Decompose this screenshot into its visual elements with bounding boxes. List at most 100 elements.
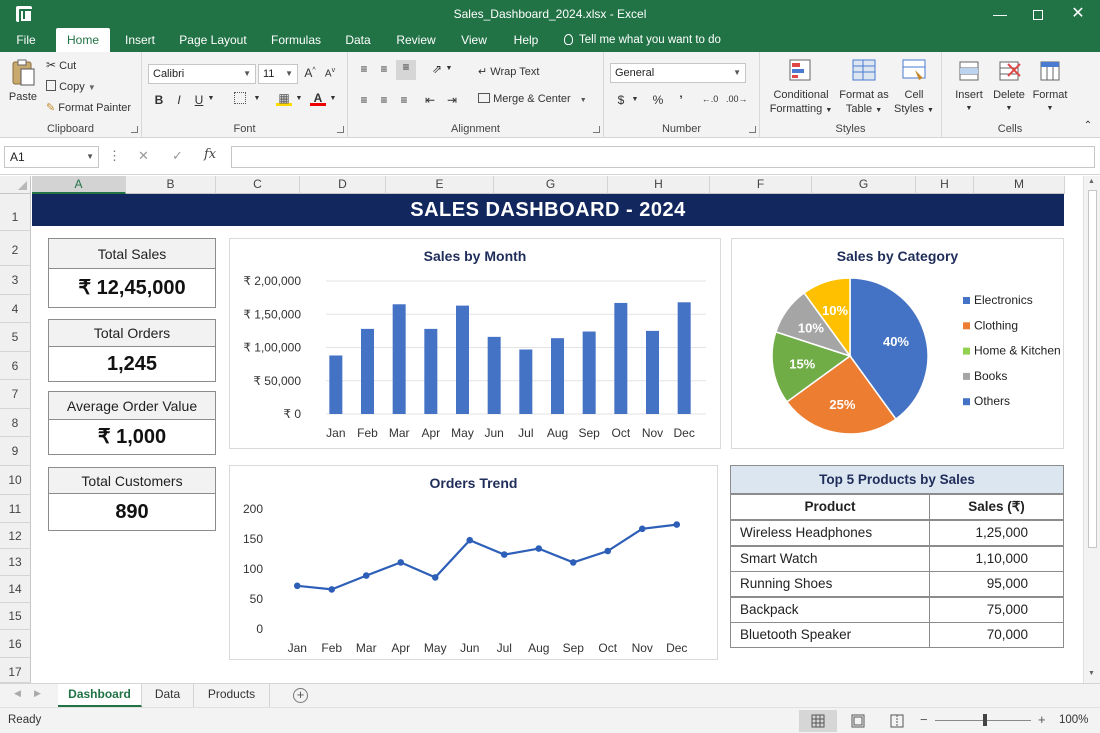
alignment-launcher-icon[interactable] bbox=[593, 126, 600, 133]
tab-review[interactable]: Review bbox=[390, 28, 442, 52]
chart-orders-trend[interactable]: Orders Trend 0 50 100 150 200 Jan Feb Mar Apr May… bbox=[229, 465, 718, 660]
zoom-level[interactable]: 100% bbox=[1059, 714, 1088, 726]
column-header[interactable]: A bbox=[32, 176, 126, 194]
zoom-in-icon[interactable]: + bbox=[1038, 712, 1046, 727]
conditional-formatting-button[interactable]: Conditional Formatting ▼ bbox=[768, 58, 834, 118]
align-right-icon[interactable]: ≡ bbox=[396, 93, 412, 107]
chart-sales-by-category[interactable]: Sales by Category 40% 25% 15% 10% 10% Electro… bbox=[731, 238, 1064, 449]
tab-file[interactable]: File bbox=[8, 28, 44, 52]
column-header[interactable]: E bbox=[386, 176, 494, 194]
scroll-up-icon[interactable]: ▲ bbox=[1088, 178, 1095, 185]
font-launcher-icon[interactable] bbox=[337, 126, 344, 133]
align-bottom-icon[interactable]: ≡ bbox=[396, 60, 416, 80]
font-color-dropdown-icon[interactable]: ▼ bbox=[328, 95, 338, 102]
number-launcher-icon[interactable] bbox=[749, 126, 756, 133]
row-header[interactable]: 12 bbox=[0, 523, 31, 549]
tab-insert[interactable]: Insert bbox=[118, 28, 162, 52]
format-painter-button[interactable]: ✎ Format Painter bbox=[46, 101, 131, 114]
enter-icon[interactable]: ✓ bbox=[172, 148, 183, 164]
chart-sales-by-month[interactable]: Sales by Month ₹ 0 ₹ 50,000 ₹ 1,00,000 ₹ 1,… bbox=[229, 238, 721, 449]
tab-help[interactable]: Help bbox=[508, 28, 544, 52]
format-as-table-button[interactable]: Format as Table ▼ bbox=[838, 58, 890, 118]
page-break-view-button[interactable] bbox=[878, 710, 916, 732]
paste-button[interactable]: Paste bbox=[8, 58, 38, 103]
cut-button[interactable]: ✂ Cut bbox=[46, 58, 76, 72]
scroll-tabs-left-icon[interactable]: ◀ bbox=[14, 688, 21, 699]
insert-cells-button[interactable]: Insert ▼ bbox=[950, 58, 988, 116]
format-cells-button[interactable]: Format ▼ bbox=[1030, 58, 1070, 116]
tab-data[interactable]: Data bbox=[340, 28, 376, 52]
wrap-text-button[interactable]: ↵ Wrap Text bbox=[478, 65, 539, 78]
zoom-out-icon[interactable]: − bbox=[920, 712, 928, 727]
borders-icon[interactable] bbox=[232, 92, 248, 107]
cancel-icon[interactable]: ✕ bbox=[138, 148, 149, 164]
decrease-decimal-icon[interactable]: .00→ bbox=[726, 94, 748, 104]
formula-input[interactable] bbox=[231, 146, 1095, 168]
vertical-scroll-thumb[interactable] bbox=[1088, 190, 1097, 548]
row-header[interactable]: 11 bbox=[0, 495, 31, 523]
sheet-tab-dashboard[interactable]: Dashboard bbox=[58, 684, 142, 707]
row-header[interactable]: 15 bbox=[0, 603, 31, 630]
row-header[interactable]: 4 bbox=[0, 295, 31, 323]
name-box[interactable]: A1 ▼ bbox=[4, 146, 99, 168]
row-header[interactable]: 2 bbox=[0, 231, 31, 266]
row-header[interactable]: 6 bbox=[0, 352, 31, 380]
delete-cells-button[interactable]: Delete ▼ bbox=[990, 58, 1028, 116]
column-header[interactable]: F bbox=[710, 176, 812, 194]
add-sheet-icon[interactable]: + bbox=[293, 688, 308, 703]
percent-icon[interactable]: % bbox=[650, 93, 666, 107]
row-header[interactable]: 7 bbox=[0, 380, 31, 409]
insert-function-icon[interactable]: fx bbox=[204, 147, 216, 162]
cell-styles-button[interactable]: Cell Styles ▼ bbox=[894, 58, 934, 118]
column-header[interactable]: B bbox=[126, 176, 216, 194]
column-header[interactable]: G bbox=[812, 176, 916, 194]
scroll-tabs-right-icon[interactable]: ▶ bbox=[34, 688, 41, 699]
column-header[interactable]: H bbox=[916, 176, 974, 194]
normal-view-button[interactable] bbox=[799, 710, 837, 732]
decrease-font-icon[interactable]: Av bbox=[322, 67, 338, 79]
sheet-tab-products[interactable]: Products bbox=[194, 684, 270, 707]
tell-me-search[interactable]: Tell me what you want to do bbox=[564, 28, 721, 52]
row-header[interactable]: 14 bbox=[0, 576, 31, 603]
orientation-dropdown-icon[interactable]: ▼ bbox=[444, 65, 454, 72]
column-header[interactable]: M bbox=[974, 176, 1065, 194]
increase-font-icon[interactable]: A^ bbox=[302, 66, 318, 80]
collapse-ribbon-icon[interactable]: ⌃ bbox=[1082, 120, 1094, 131]
italic-icon[interactable]: I bbox=[172, 93, 186, 107]
tab-home[interactable]: Home bbox=[56, 28, 110, 52]
row-header[interactable]: 10 bbox=[0, 466, 31, 495]
column-header[interactable]: H bbox=[608, 176, 710, 194]
font-color-icon[interactable]: A bbox=[310, 91, 326, 106]
zoom-slider-knob[interactable] bbox=[983, 714, 987, 726]
bold-icon[interactable]: B bbox=[152, 93, 166, 107]
fill-color-dropdown-icon[interactable]: ▼ bbox=[294, 95, 304, 102]
increase-indent-icon[interactable]: ⇥ bbox=[444, 93, 460, 107]
column-header[interactable]: G bbox=[494, 176, 608, 194]
column-header[interactable]: C bbox=[216, 176, 300, 194]
tab-page-layout[interactable]: Page Layout bbox=[174, 28, 252, 52]
decrease-indent-icon[interactable]: ⇤ bbox=[422, 93, 438, 107]
number-format-select[interactable]: General ▼ bbox=[610, 63, 746, 83]
select-all-corner[interactable] bbox=[0, 176, 31, 194]
more-options-icon[interactable]: ⋮ bbox=[108, 148, 121, 164]
currency-icon[interactable]: $ bbox=[614, 93, 628, 107]
clipboard-launcher-icon[interactable] bbox=[131, 126, 138, 133]
row-header[interactable]: 17 bbox=[0, 658, 31, 683]
minimize-button[interactable]: — bbox=[980, 0, 1020, 28]
row-header[interactable]: 1 bbox=[0, 194, 31, 231]
tab-view[interactable]: View bbox=[456, 28, 492, 52]
align-left-icon[interactable]: ≡ bbox=[356, 93, 372, 107]
column-header[interactable]: D bbox=[300, 176, 386, 194]
row-header[interactable]: 9 bbox=[0, 437, 31, 466]
font-name-select[interactable]: Calibri ▼ bbox=[148, 64, 256, 84]
font-size-select[interactable]: 11 ▼ bbox=[258, 64, 298, 84]
increase-decimal-icon[interactable]: ←.0 bbox=[700, 94, 720, 104]
scroll-down-icon[interactable]: ▼ bbox=[1088, 670, 1095, 677]
merge-center-button[interactable]: Merge & Center ▼ bbox=[478, 93, 587, 105]
align-top-icon[interactable]: ≡ bbox=[356, 62, 372, 76]
comma-style-icon[interactable]: ’ bbox=[674, 93, 688, 107]
sheet-tab-data[interactable]: Data bbox=[142, 684, 194, 707]
maximize-button[interactable] bbox=[1018, 0, 1058, 28]
page-layout-view-button[interactable] bbox=[839, 710, 877, 732]
underline-dropdown-icon[interactable]: ▼ bbox=[206, 95, 216, 102]
